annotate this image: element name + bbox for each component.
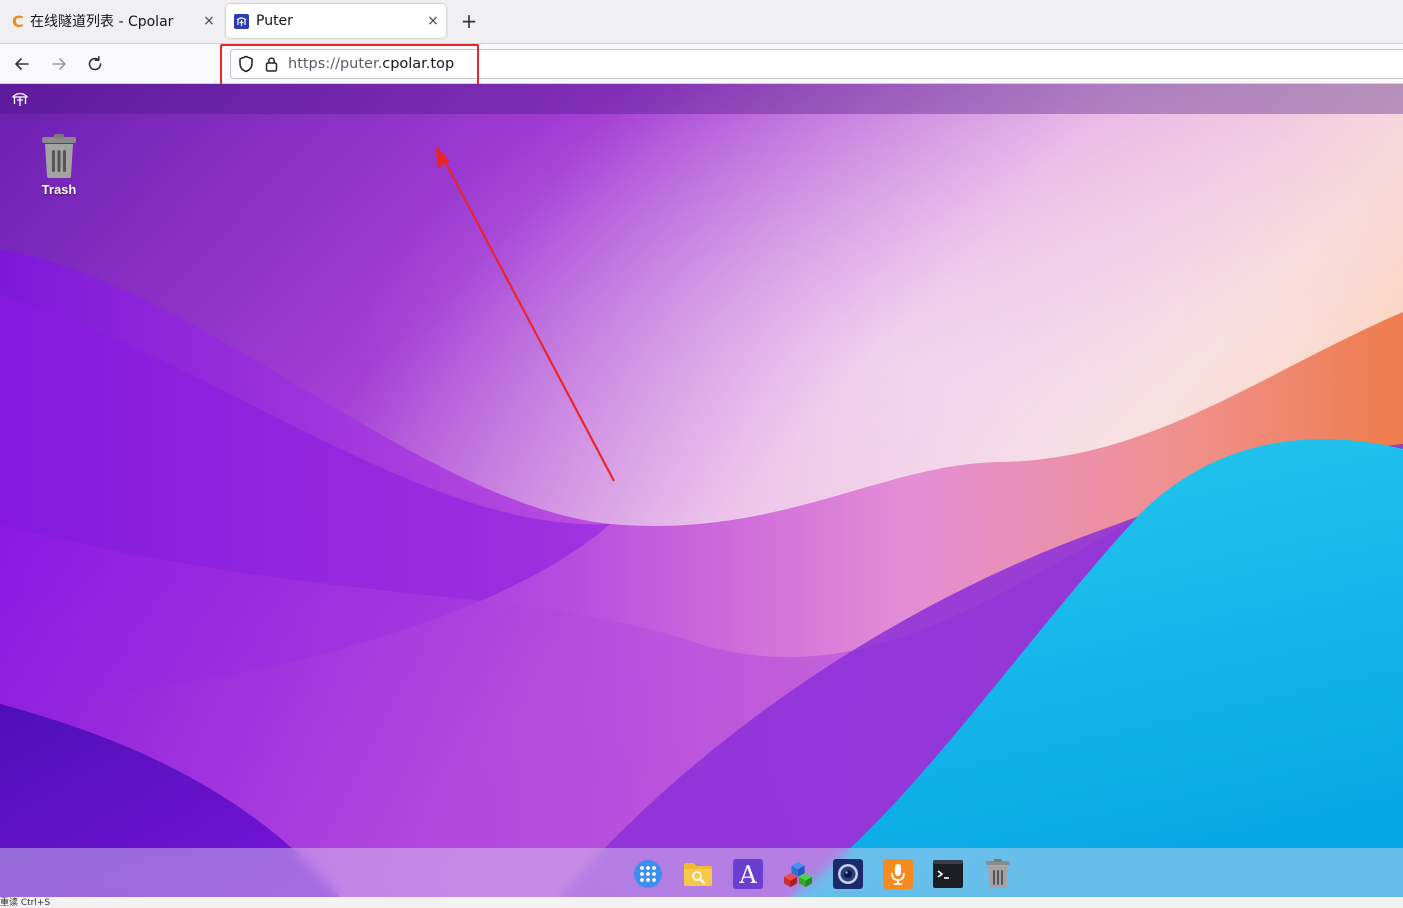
taskbar-terminal[interactable]: [933, 859, 963, 889]
taskbar-recorder[interactable]: [883, 859, 913, 889]
grid-icon: [634, 860, 662, 888]
navigation-bar: https://puter.cpolar.top: [0, 43, 1403, 84]
letter-a-icon: A: [733, 859, 763, 889]
arrow-left-icon: [15, 58, 29, 70]
taskbar-app-center[interactable]: [783, 859, 813, 889]
puter-icon: [234, 13, 249, 29]
arrow-right-icon: [52, 58, 66, 70]
tab-strip: C 在线隧道列表 - Cpolar × Puter × +: [0, 0, 1403, 43]
tab-puter[interactable]: Puter ×: [226, 4, 446, 38]
taskbar-camera[interactable]: [833, 859, 863, 889]
tab-title: 在线隧道列表 - Cpolar: [30, 14, 174, 30]
svg-text:A: A: [738, 861, 757, 889]
camera-icon: [833, 859, 863, 889]
folder-search-icon: [684, 863, 712, 886]
back-button[interactable]: [10, 52, 34, 76]
tab-cpolar[interactable]: C 在线隧道列表 - Cpolar ×: [0, 4, 222, 38]
taskbar: A: [0, 848, 1403, 897]
close-tab-icon[interactable]: ×: [196, 13, 222, 29]
terminal-icon: [933, 860, 963, 888]
trash-icon: [986, 859, 1010, 888]
microphone-icon: [883, 859, 913, 889]
annotation-arrow: [436, 146, 615, 482]
browser-window: C 在线隧道列表 - Cpolar × Puter × + https://pu…: [0, 0, 1403, 908]
close-tab-icon[interactable]: ×: [420, 13, 446, 29]
tab-title: Puter: [256, 13, 293, 29]
new-tab-button[interactable]: +: [456, 8, 482, 34]
status-line: 重读 Ctrl+S: [0, 897, 1403, 908]
forward-button[interactable]: [47, 52, 71, 76]
puter-desktop[interactable]: Trash A: [0, 84, 1403, 897]
taskbar-trash[interactable]: [983, 859, 1013, 889]
cubes-icon: [783, 861, 813, 888]
cpolar-c-icon: C: [12, 11, 24, 31]
taskbar-file-explorer[interactable]: [683, 859, 713, 889]
taskbar-text-editor[interactable]: A: [733, 859, 763, 889]
reload-button[interactable]: [83, 52, 107, 76]
reload-icon: [88, 56, 102, 71]
taskbar-app-launcher[interactable]: [633, 859, 663, 889]
